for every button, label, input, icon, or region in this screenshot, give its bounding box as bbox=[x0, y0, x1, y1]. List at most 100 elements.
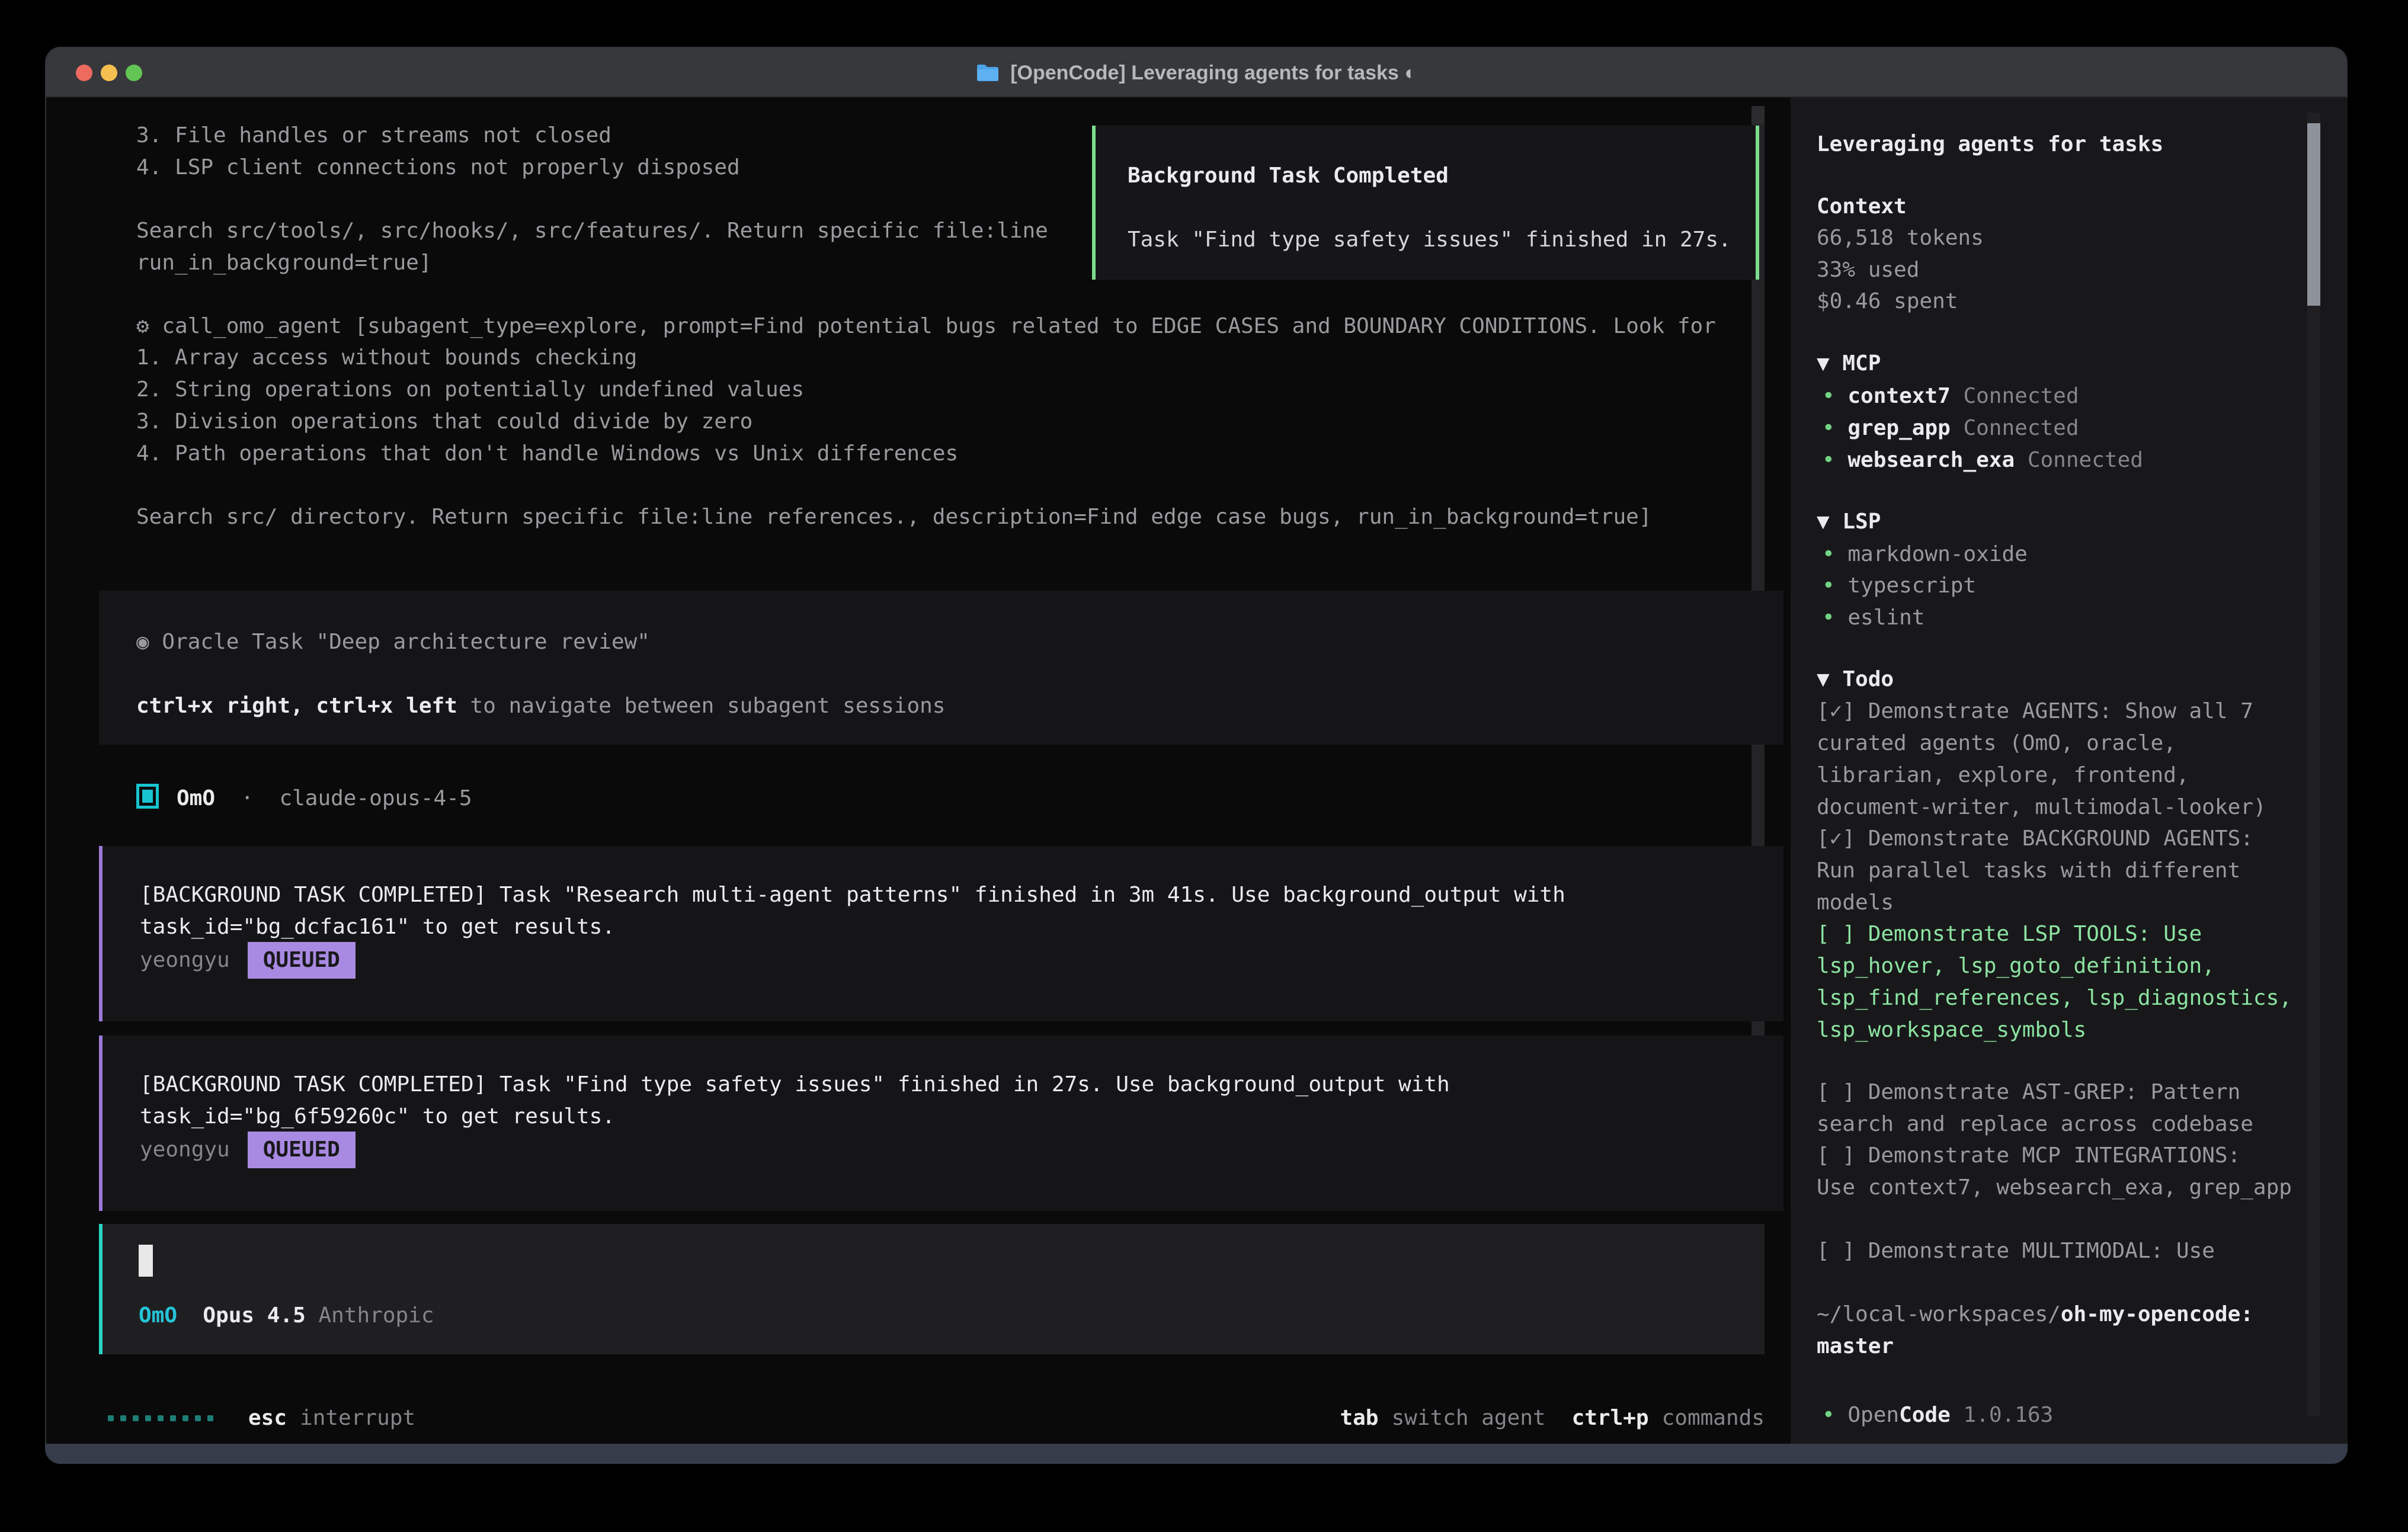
input-agent-line: OmO Opus 4.5 Anthropic bbox=[139, 1300, 434, 1332]
cmd-key-label: commands bbox=[1662, 1402, 1765, 1434]
input-model[interactable]: Opus 4.5 bbox=[203, 1303, 305, 1328]
prompt-input[interactable]: OmO Opus 4.5 Anthropic bbox=[99, 1224, 1765, 1354]
agent-name: OmO bbox=[177, 786, 215, 810]
lsp-name: eslint bbox=[1847, 605, 1925, 630]
sidebar-scrollbar-track[interactable] bbox=[2307, 113, 2320, 1416]
sidebar-scrollbar-thumb[interactable] bbox=[2307, 123, 2320, 306]
chevron-down-icon: ▼ bbox=[1817, 351, 1830, 376]
context-used: 33% used bbox=[1817, 254, 1919, 286]
agent-model: claude-opus-4-5 bbox=[279, 786, 472, 810]
mcp-heading-label: MCP bbox=[1842, 351, 1881, 376]
version-line: • OpenCode 1.0.163 bbox=[1822, 1399, 2053, 1431]
task-message-line2: task_id="bg_dcfac161" to get results. bbox=[140, 911, 615, 943]
subagent-nav-hint: ctrl+x right, ctrl+x left to navigate be… bbox=[136, 690, 945, 722]
status-dot-icon: • bbox=[1822, 542, 1835, 566]
mcp-status: Connected bbox=[1963, 416, 2079, 440]
notification-body: Task "Find type safety issues" finished … bbox=[1128, 224, 1756, 256]
workspace-branch: master bbox=[1817, 1331, 1894, 1363]
task-message-meta: yeongyu QUEUED bbox=[140, 941, 356, 980]
tab-key-label: switch agent bbox=[1391, 1402, 1545, 1434]
main-scrollbar-thumb-top[interactable] bbox=[1751, 106, 1765, 124]
context-tokens: 66,518 tokens bbox=[1817, 222, 1984, 254]
title-bar[interactable]: [OpenCode] Leveraging agents for tasks ◐ bbox=[46, 48, 2346, 98]
mcp-name: grep_app bbox=[1847, 416, 1950, 440]
task-message-meta: yeongyu QUEUED bbox=[140, 1130, 356, 1169]
mcp-item: • websearch_exa Connected bbox=[1822, 444, 2143, 476]
mcp-name: websearch_exa bbox=[1847, 448, 2015, 472]
lsp-item: • markdown-oxide bbox=[1822, 539, 2028, 571]
sidebar: Leveraging agents for tasks Context 66,5… bbox=[1791, 98, 2348, 1444]
log-line: 1. Array access without bounds checking bbox=[136, 342, 637, 374]
log-line: run_in_background=true] bbox=[136, 247, 432, 279]
status-bar-left: esc interrupt bbox=[108, 1402, 415, 1434]
agent-omo-icon bbox=[136, 784, 159, 809]
todo-item: [✓] Demonstrate BACKGROUND AGENTS: Run p… bbox=[1817, 823, 2320, 919]
mcp-status: Connected bbox=[1963, 384, 2079, 408]
log-line: 2. String operations on potentially unde… bbox=[136, 374, 804, 406]
session-title: Leveraging agents for tasks bbox=[1817, 129, 2163, 161]
mcp-section-heading[interactable]: ▼ MCP bbox=[1817, 348, 1881, 380]
chevron-down-icon: ▼ bbox=[1817, 509, 1830, 534]
mcp-status: Connected bbox=[2028, 448, 2143, 472]
lsp-name: markdown-oxide bbox=[1847, 542, 2027, 566]
status-badge: QUEUED bbox=[248, 942, 356, 979]
task-user: yeongyu bbox=[140, 944, 230, 976]
task-message-line1: [BACKGROUND TASK COMPLETED] Task "Resear… bbox=[140, 879, 1565, 911]
task-user: yeongyu bbox=[140, 1134, 230, 1166]
status-dot-icon: • bbox=[1822, 384, 1835, 408]
tool-call-line: ⚙ call_omo_agent [subagent_type=explore,… bbox=[136, 310, 1716, 342]
workspace-path: ~/local-workspaces/oh-my-opencode: bbox=[1817, 1299, 2320, 1331]
context-heading: Context bbox=[1817, 191, 1907, 223]
app-version: 1.0.163 bbox=[1963, 1403, 2053, 1427]
status-badge: QUEUED bbox=[248, 1132, 356, 1168]
todo-section-heading[interactable]: ▼ Todo bbox=[1817, 664, 1894, 696]
status-dot-icon: • bbox=[1822, 416, 1835, 440]
todo-item: [ ] Demonstrate AST-GREP: Pattern search… bbox=[1817, 1076, 2320, 1140]
log-line: 4. Path operations that don't handle Win… bbox=[136, 438, 958, 470]
lsp-item: • typescript bbox=[1822, 570, 1976, 602]
cmd-key-hint: ctrl+p bbox=[1572, 1402, 1649, 1434]
task-message: [BACKGROUND TASK COMPLETED] Task "Resear… bbox=[99, 846, 1783, 1021]
workspace-repo: oh-my-opencode: bbox=[2061, 1302, 2253, 1326]
background-task-notification: Background Task Completed Task "Find typ… bbox=[1092, 126, 1759, 280]
agent-header: OmO · claude-opus-4-5 bbox=[136, 783, 472, 815]
lsp-heading-label: LSP bbox=[1842, 509, 1881, 534]
esc-key-hint: esc bbox=[248, 1402, 287, 1434]
todo-item: [ ] Demonstrate MCP INTEGRATIONS: Use co… bbox=[1817, 1140, 2320, 1204]
app-name-prefix: Open bbox=[1847, 1403, 1899, 1427]
workspace-prefix: ~/local-workspaces/ bbox=[1817, 1302, 2061, 1326]
esc-key-label: interrupt bbox=[300, 1402, 415, 1434]
window-bottom-frame bbox=[45, 1444, 2348, 1464]
terminal-window: [OpenCode] Leveraging agents for tasks ◐… bbox=[45, 47, 2348, 1464]
chevron-down-icon: ▼ bbox=[1817, 667, 1830, 691]
oracle-task-box: ◉ Oracle Task "Deep architecture review"… bbox=[99, 591, 1783, 745]
status-dot-icon: • bbox=[1822, 573, 1835, 598]
status-dot-icon: • bbox=[1822, 605, 1835, 630]
todo-item: [✓] Demonstrate AGENTS: Show all 7 curat… bbox=[1817, 696, 2320, 823]
oracle-task-title-line: ◉ Oracle Task "Deep architecture review" bbox=[136, 626, 650, 658]
task-message-line1: [BACKGROUND TASK COMPLETED] Task "Find t… bbox=[140, 1069, 1450, 1101]
folder-icon bbox=[976, 63, 1000, 82]
gear-icon: ⚙ bbox=[136, 314, 149, 338]
context-spent: $0.46 spent bbox=[1817, 286, 1958, 318]
tab-key-hint: tab bbox=[1340, 1402, 1378, 1434]
status-dot-icon: • bbox=[1822, 1403, 1835, 1427]
lsp-item: • eslint bbox=[1822, 602, 1925, 634]
input-agent-name[interactable]: OmO bbox=[139, 1303, 177, 1328]
spinner-dots-icon bbox=[108, 1415, 220, 1421]
hint-keys: ctrl+x right, ctrl+x left bbox=[136, 694, 457, 718]
input-provider: Anthropic bbox=[318, 1303, 434, 1328]
app-name: Code bbox=[1899, 1403, 1951, 1427]
log-line: Search src/ directory. Return specific f… bbox=[136, 501, 1652, 533]
todo-item: [ ] Demonstrate MULTIMODAL: Use bbox=[1817, 1235, 2320, 1267]
window-title: [OpenCode] Leveraging agents for tasks ◐ bbox=[1010, 62, 1417, 85]
mcp-item: • grep_app Connected bbox=[1822, 412, 2079, 444]
log-line: Search src/tools/, src/hooks/, src/featu… bbox=[136, 215, 1048, 247]
task-message: [BACKGROUND TASK COMPLETED] Task "Find t… bbox=[99, 1036, 1783, 1211]
log-line: 3. Division operations that could divide… bbox=[136, 406, 752, 438]
lsp-section-heading[interactable]: ▼ LSP bbox=[1817, 506, 1881, 538]
oracle-task-title: Oracle Task "Deep architecture review" bbox=[162, 630, 650, 654]
log-line: 4. LSP client connections not properly d… bbox=[136, 152, 740, 184]
mcp-name: context7 bbox=[1847, 384, 1950, 408]
task-message-line2: task_id="bg_6f59260c" to get results. bbox=[140, 1101, 615, 1133]
